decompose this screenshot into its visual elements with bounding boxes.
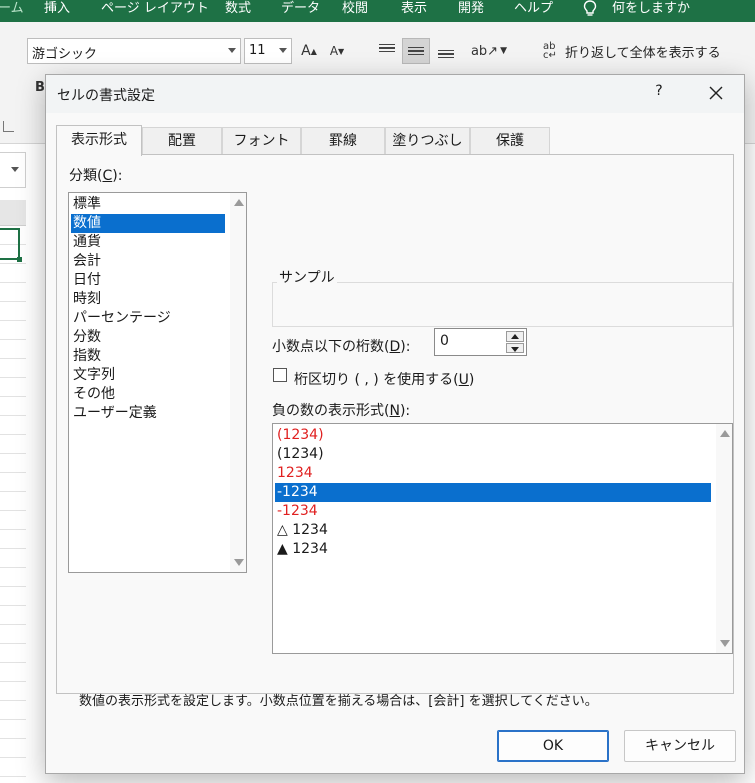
worksheet-grid[interactable]: [0, 226, 26, 783]
dialog-launcher-icon[interactable]: [3, 121, 14, 132]
orientation-button[interactable]: ab↗ ▼: [470, 38, 508, 64]
category-item-special[interactable]: その他: [71, 385, 229, 404]
category-item-text[interactable]: 文字列: [71, 366, 229, 385]
name-box[interactable]: [0, 152, 26, 188]
align-middle-button[interactable]: [402, 38, 430, 64]
category-item-currency[interactable]: 通貨: [71, 233, 229, 252]
wrap-text-label: 折り返して全体を表示する: [565, 45, 721, 61]
chevron-down-icon: ▼: [500, 46, 508, 56]
font-name-value: 游ゴシック: [32, 47, 98, 62]
decimal-places-stepper[interactable]: 0: [434, 328, 527, 356]
text-orientation-icon: ab↗: [470, 43, 499, 59]
ribbon-tab-page-layout[interactable]: ページ レイアウト: [101, 0, 209, 22]
scroll-down-icon[interactable]: [234, 559, 244, 566]
tab-protection[interactable]: 保護: [470, 127, 550, 155]
bold-button[interactable]: B: [35, 80, 45, 95]
category-label: 分類(C):: [69, 168, 123, 184]
negative-format-item-selected[interactable]: -1234: [275, 483, 711, 502]
category-item-fraction[interactable]: 分数: [71, 328, 229, 347]
cancel-button[interactable]: キャンセル: [624, 730, 736, 762]
arrow-up-icon: [511, 334, 519, 339]
format-cells-dialog: セルの書式設定 ? 表示形式 配置 フォント 罫線 塗りつぶし 保護 分類(C)…: [45, 74, 745, 774]
thousands-separator-checkbox[interactable]: [273, 368, 287, 382]
wrap-text-button[interactable]: ab c↵ 折り返して全体を表示する: [543, 40, 721, 62]
align-middle-icon: [408, 46, 424, 56]
ribbon-tab-home[interactable]: ーム: [0, 0, 24, 22]
increment-button[interactable]: [506, 331, 524, 342]
tab-border[interactable]: 罫線: [301, 127, 385, 155]
align-top-button[interactable]: [374, 38, 400, 64]
category-item-number[interactable]: 数値: [71, 214, 225, 233]
tab-fill[interactable]: 塗りつぶし: [385, 127, 470, 155]
negative-numbers-label: 負の数の表示形式(N):: [272, 403, 411, 419]
sample-group: [272, 282, 733, 327]
help-button[interactable]: ?: [649, 83, 669, 103]
category-item-time[interactable]: 時刻: [71, 290, 229, 309]
ribbon-tab-formulas[interactable]: 数式: [225, 0, 251, 22]
category-listbox[interactable]: 標準 数値 通貨 会計 日付 時刻 パーセンテージ 分数 指数 文字列 その他 …: [68, 192, 247, 573]
decrement-button[interactable]: [506, 342, 524, 353]
chevron-down-icon[interactable]: [228, 48, 236, 53]
scroll-up-icon[interactable]: [720, 430, 730, 437]
dialog-title: セルの書式設定: [57, 88, 155, 104]
negative-format-item[interactable]: △ 1234: [275, 521, 711, 540]
sample-label: サンプル: [277, 267, 337, 287]
font-size-combo[interactable]: 11: [244, 38, 292, 64]
tell-me-search[interactable]: 何をしますか: [612, 0, 690, 22]
increase-font-size-button[interactable]: A ▲: [298, 38, 320, 64]
lightbulb-icon: [583, 0, 597, 16]
close-icon: [709, 86, 723, 100]
chevron-down-icon[interactable]: [279, 48, 287, 53]
align-top-icon: [379, 43, 395, 53]
decimal-places-value: 0: [440, 333, 449, 349]
stepper-buttons: [506, 331, 524, 353]
scroll-up-icon[interactable]: [234, 199, 244, 206]
active-cell[interactable]: [0, 228, 22, 262]
negative-format-item[interactable]: -1234: [275, 502, 711, 521]
number-tab-panel: 分類(C): 標準 数値 通貨 会計 日付 時刻 パーセンテージ 分数 指数 文…: [56, 154, 734, 709]
negative-format-item[interactable]: 1234: [275, 464, 711, 483]
align-bottom-icon: [438, 49, 454, 59]
column-header: [0, 200, 26, 226]
decrease-font-icon: A: [329, 44, 339, 58]
tab-alignment[interactable]: 配置: [142, 127, 222, 155]
category-item-general[interactable]: 標準: [71, 195, 229, 214]
ribbon-tab-view[interactable]: 表示: [401, 0, 427, 22]
decrease-font-size-button[interactable]: A ▼: [326, 38, 348, 64]
arrow-down-icon: [511, 346, 519, 352]
negative-format-item[interactable]: (1234): [275, 426, 711, 445]
tab-number[interactable]: 表示形式: [56, 125, 142, 156]
category-item-accounting[interactable]: 会計: [71, 252, 229, 271]
thousands-separator-label[interactable]: 桁区切り ( , ) を使用する(U): [294, 369, 474, 389]
font-size-value: 11: [249, 43, 266, 58]
ribbon-tab-developer[interactable]: 開発: [458, 0, 484, 22]
font-name-combo[interactable]: 游ゴシック: [27, 38, 241, 64]
negative-format-item[interactable]: ▲ 1234: [275, 540, 711, 559]
align-bottom-button[interactable]: [433, 38, 459, 64]
close-button[interactable]: [704, 81, 728, 105]
wrap-text-icon: ab c↵: [543, 41, 557, 61]
ribbon-tab-insert[interactable]: 挿入: [44, 0, 70, 22]
category-item-date[interactable]: 日付: [71, 271, 229, 290]
dialog-title-bar[interactable]: セルの書式設定 ?: [46, 75, 744, 113]
decimal-places-label: 小数点以下の桁数(D):: [272, 339, 411, 355]
negative-numbers-listbox[interactable]: (1234) (1234) 1234 -1234 -1234 △ 1234 ▲ …: [272, 423, 733, 654]
category-item-percentage[interactable]: パーセンテージ: [71, 309, 229, 328]
tab-font[interactable]: フォント: [222, 127, 301, 155]
negative-format-item[interactable]: (1234): [275, 445, 711, 464]
ribbon-tab-data[interactable]: データ: [281, 0, 320, 22]
chevron-down-icon[interactable]: [11, 167, 19, 172]
category-item-custom[interactable]: ユーザー定義: [71, 404, 229, 423]
ok-button[interactable]: OK: [497, 730, 609, 762]
category-scrollbar[interactable]: [230, 193, 246, 572]
increase-font-icon: A: [301, 43, 311, 59]
ribbon-tab-review[interactable]: 校閲: [342, 0, 368, 22]
ribbon-tab-help[interactable]: ヘルプ: [514, 0, 553, 22]
ribbon-tab-bar: ーム 挿入 ページ レイアウト 数式 データ 校閲 表示 開発 ヘルプ 何をしま…: [0, 0, 755, 22]
negative-numbers-scrollbar[interactable]: [716, 424, 732, 653]
category-item-scientific[interactable]: 指数: [71, 347, 229, 366]
scroll-down-icon[interactable]: [720, 640, 730, 647]
format-description: 数値の表示形式を設定します。小数点位置を揃える場合は、[会計] を選択してくださ…: [79, 694, 598, 709]
